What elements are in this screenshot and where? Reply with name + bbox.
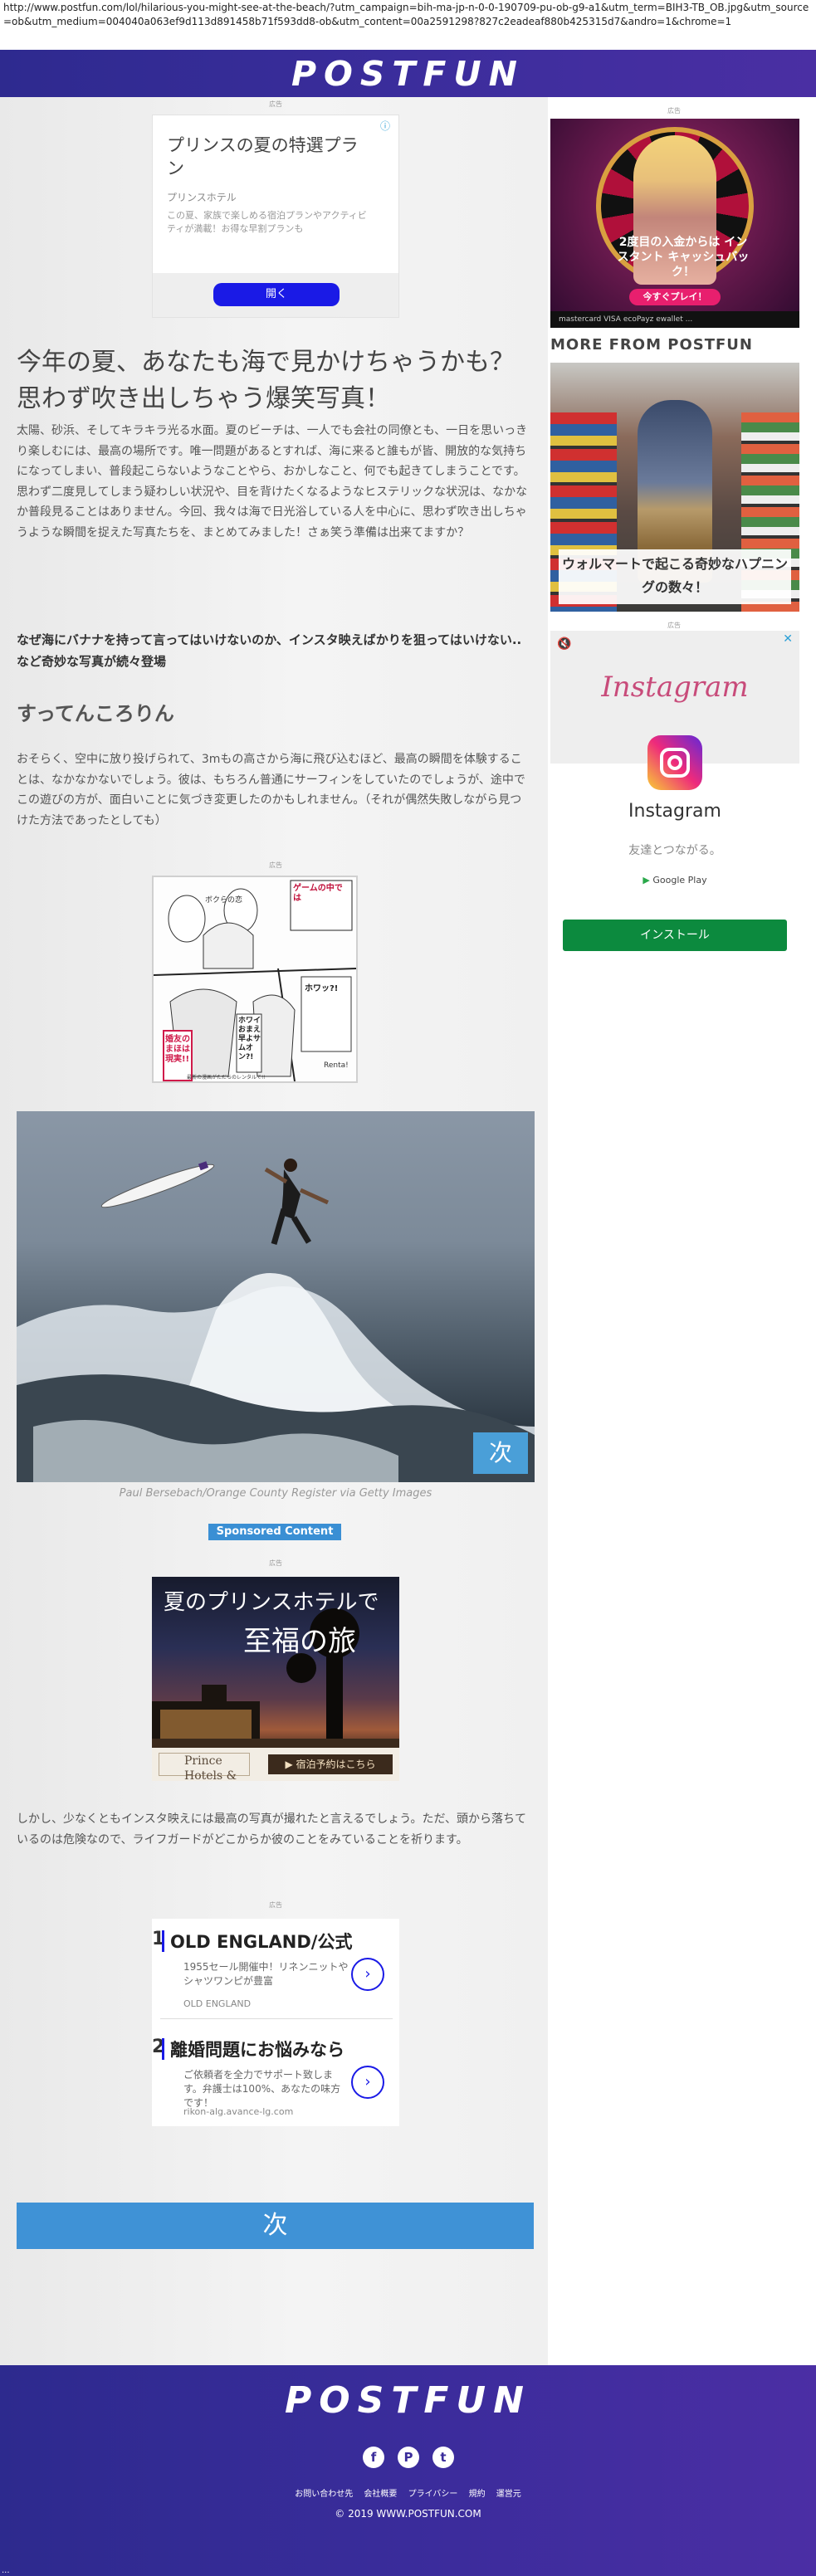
manga-ad[interactable]: ゲームの中では ボクらの恋 婚友のまほは現実!! ホワイおまえ早よサムオン?! … bbox=[152, 876, 358, 1083]
section-paragraph: おそらく、空中に放り投げられて、3mもの高さから海に飛び込むほど、最高の瞬間を体… bbox=[17, 753, 525, 827]
item-source: OLD ENGLAND bbox=[183, 1998, 252, 2009]
ad-sponsor: プリンスホテル bbox=[167, 192, 237, 203]
ad-headline: 夏のプリンスホテルで bbox=[164, 1590, 379, 1615]
article-title: 今年の夏、あなたも海で見かけちゃうかも？思わず吹き出しちゃう爆笑写真！ bbox=[17, 348, 515, 413]
ad-label: 広告 bbox=[269, 1901, 282, 1909]
site-footer: POSTFUN f P t お問い合わせ先 会社概要 プライバシー 規約 運営元… bbox=[0, 2365, 816, 2576]
address-bar[interactable]: http://www.postfun.com/lol/hilarious-you… bbox=[0, 0, 816, 50]
closing-paragraph: しかし、少なくともインスタ映えには最高の写真が撮れたと言えるでしょう。ただ、頭か… bbox=[17, 1812, 527, 1847]
manga-brand: Renta! bbox=[324, 1061, 349, 1070]
text-list-ad[interactable]: 1 OLD ENGLAND/公式 1955セール開催中！リネンニットやシャツワン… bbox=[152, 1919, 399, 2126]
site-logo[interactable]: POSTFUN bbox=[0, 54, 816, 94]
section-heading: すってんころりん bbox=[17, 702, 174, 725]
manga-shout-text: ホワイおまえ早よサムオン?! bbox=[238, 1017, 261, 1061]
app-tagline: 友達とつながる。 bbox=[628, 844, 721, 857]
ad-description: この夏、家族で楽しめる宿泊プランやアクティビティが満載！お得な早割プランも bbox=[167, 210, 367, 234]
pinterest-icon[interactable]: P bbox=[398, 2447, 419, 2468]
footer-links: お問い合わせ先 会社概要 プライバシー 規約 運営元 bbox=[0, 2486, 816, 2499]
featured-article-card[interactable]: ウォルマートで起こる奇妙なハプニングの数々！ bbox=[550, 363, 799, 612]
close-icon[interactable]: ✕ bbox=[783, 632, 793, 646]
next-page-button[interactable]: 次 bbox=[17, 2203, 534, 2249]
manga-shout-text: 婚友のまほは現実!! bbox=[165, 1035, 190, 1064]
ad-headline: 2度目の入金からは インスタント キャッシュバック！ bbox=[617, 236, 750, 279]
featured-caption[interactable]: ウォルマートで起こる奇妙なハプニングの数々！ bbox=[559, 549, 791, 604]
twitter-icon[interactable]: t bbox=[432, 2447, 454, 2468]
ad-label: 広告 bbox=[667, 622, 681, 629]
ad-label: 広告 bbox=[269, 861, 282, 869]
sponsored-content-label: Sponsored Content bbox=[208, 1524, 341, 1540]
prince-hotel-ad[interactable]: 夏のプリンスホテルで 至福の旅 Prince Hotels & Resorts … bbox=[152, 1577, 399, 1781]
payment-logos: mastercard VISA ecoPayz ewallet ... bbox=[550, 311, 799, 328]
mute-icon[interactable]: 🔇 bbox=[557, 637, 571, 651]
manga-bubble-text: ボクらの恋 bbox=[205, 896, 243, 905]
footer-link-operator[interactable]: 運営元 bbox=[496, 2490, 521, 2499]
ad-info-icon[interactable]: ⓘ bbox=[380, 119, 390, 133]
manga-caption: 最新の漫画がただちのレンタルで!! bbox=[187, 1075, 266, 1081]
google-play-badge: ▶ Google Play bbox=[550, 875, 799, 886]
ad-label: 広告 bbox=[269, 1559, 282, 1567]
ad-open-button[interactable]: 開く bbox=[213, 283, 340, 306]
item-source: rikon-alg.avance-lg.com bbox=[183, 2106, 294, 2117]
instagram-wordmark: Instagram bbox=[601, 671, 749, 704]
manga-shout-text: ホワッ?! bbox=[305, 984, 339, 993]
footer-logo[interactable]: POSTFUN bbox=[0, 2379, 816, 2422]
play-now-button[interactable]: 今すぐプレイ！ bbox=[629, 289, 721, 305]
footer-link-contact[interactable]: お問い合わせ先 bbox=[295, 2490, 353, 2499]
chevron-right-icon[interactable]: › bbox=[351, 2066, 384, 2099]
site-header: POSTFUN bbox=[0, 50, 816, 97]
item-bar bbox=[162, 2038, 164, 2060]
article-intro: 太陽、砂浜、そしてキラキラ光る水面。夏のビーチは、一人でも会社の同僚とも、一日を… bbox=[17, 424, 528, 539]
chevron-right-icon[interactable]: › bbox=[351, 1958, 384, 1991]
surfer-wave-image bbox=[17, 1159, 535, 1482]
copyright: © 2019 WWW.POSTFUN.COM bbox=[335, 2508, 481, 2520]
ad-title: プリンスの夏の特選プラン bbox=[167, 135, 359, 178]
item-description: ご依頼者を全力でサポート致します。弁護士は100%、あなたの味方です！ bbox=[183, 2069, 341, 2109]
reserve-button[interactable]: ▶ 宿泊予約はこちら bbox=[268, 1754, 393, 1774]
item-title[interactable]: 離婚問題にお悩みなら bbox=[170, 2037, 344, 2061]
list-ad-item[interactable]: 2 離婚問題にお悩みなら ご依頼者を全力でサポート致します。弁護士は100%、あ… bbox=[152, 2027, 399, 2126]
divider bbox=[160, 2018, 393, 2019]
more-from-heading: MORE FROM POSTFUN bbox=[550, 336, 753, 354]
store-name: Google Play bbox=[652, 875, 707, 886]
install-button[interactable]: インストール bbox=[563, 920, 787, 951]
ad-headline-large: 至福の旅 bbox=[243, 1625, 356, 1658]
status-ellipsis: ... bbox=[2, 2566, 10, 2575]
prince-logo: Prince Hotels & Resorts bbox=[159, 1753, 250, 1781]
footer-link-privacy[interactable]: プライバシー bbox=[408, 2490, 458, 2499]
instagram-app-ad[interactable]: 🔇 ✕ Instagram Instagram 友達とつながる。 ▶ Googl… bbox=[550, 631, 799, 961]
casino-ad[interactable]: 2度目の入金からは インスタント キャッシュバック！ 今すぐプレイ！ maste… bbox=[550, 119, 799, 328]
ad-label: 広告 bbox=[667, 107, 681, 115]
instagram-icon bbox=[647, 735, 702, 790]
facebook-icon[interactable]: f bbox=[363, 2447, 384, 2468]
article-lead: なぜ海にバナナを持って言ってはいけないのか、インスタ映えばかりを狙ってはいけない… bbox=[17, 632, 522, 669]
footer-link-terms[interactable]: 規約 bbox=[469, 2490, 486, 2499]
footer-link-company[interactable]: 会社概要 bbox=[364, 2490, 397, 2499]
photo-next-button[interactable]: 次 bbox=[473, 1432, 528, 1474]
item-description: 1955セール開催中！リネンニットやシャツワンピが豊富 bbox=[183, 1961, 349, 1987]
ad-label: 広告 bbox=[269, 100, 282, 108]
app-name: Instagram bbox=[628, 801, 721, 822]
item-title[interactable]: OLD ENGLAND/公式 bbox=[170, 1929, 352, 1954]
list-ad-item[interactable]: 1 OLD ENGLAND/公式 1955セール開催中！リネンニットやシャツワン… bbox=[152, 1919, 399, 2018]
photo-credit: Paul Bersebach/Orange County Register vi… bbox=[119, 1487, 432, 1500]
top-ad[interactable]: ⓘ プリンスの夏の特選プラン プリンスホテル この夏、家族で楽しめる宿泊プランや… bbox=[152, 115, 399, 318]
manga-bubble-text: ゲームの中では bbox=[293, 884, 343, 903]
google-play-icon: ▶ bbox=[643, 875, 650, 886]
article-photo[interactable]: 次 bbox=[17, 1111, 535, 1482]
item-bar bbox=[162, 1930, 164, 1952]
